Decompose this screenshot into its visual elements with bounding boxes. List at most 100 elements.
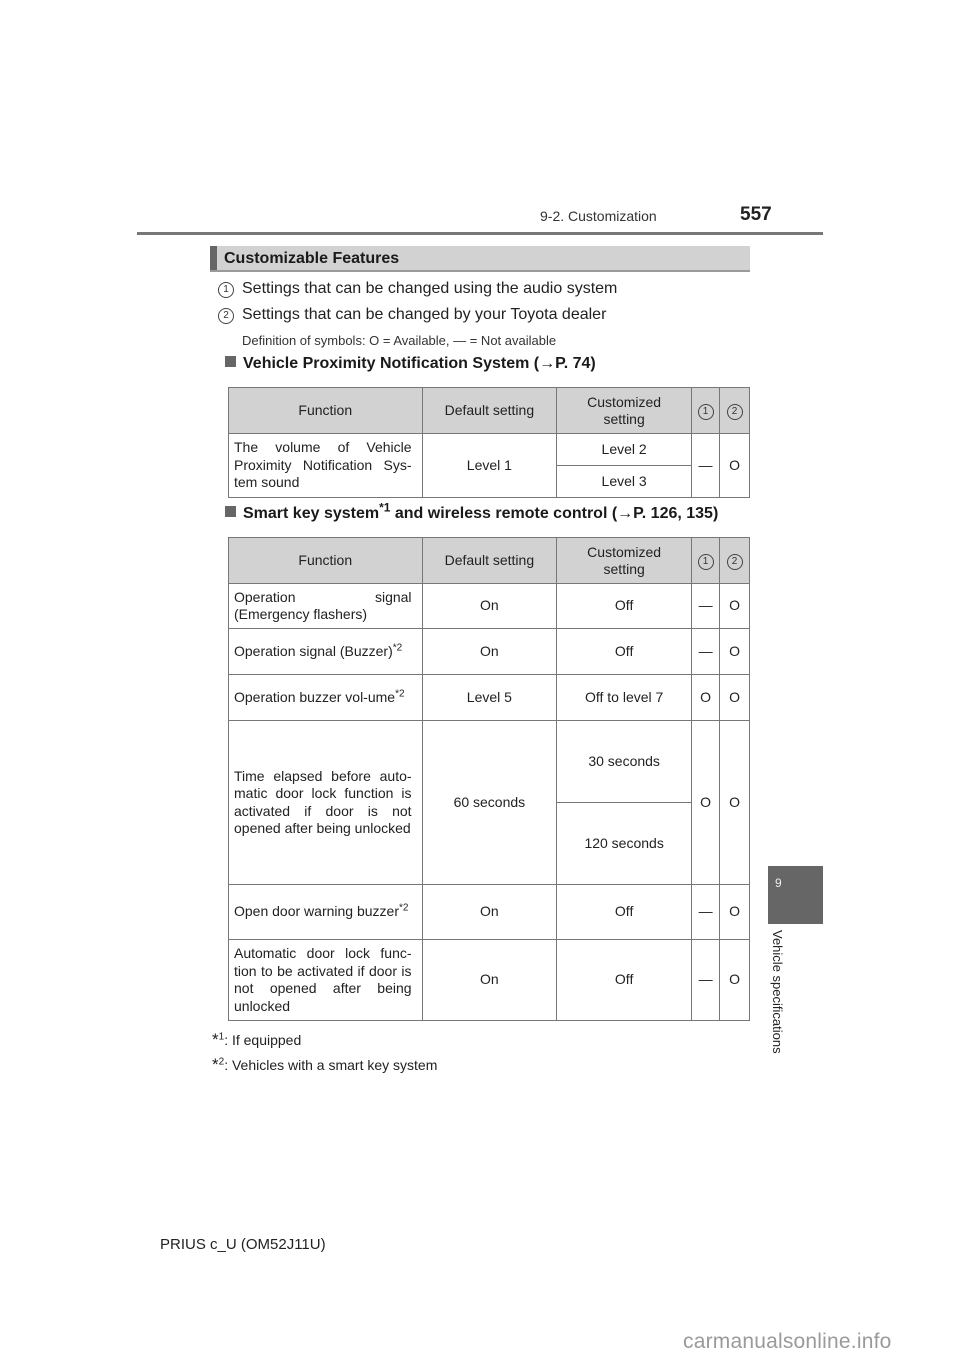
function-text: Operation signal (Buzzer) xyxy=(234,642,393,659)
section-title-text: Vehicle Proximity Notification System (→… xyxy=(243,355,596,372)
banner-title: Customizable Features xyxy=(224,250,400,267)
circled-number-icon: 2 xyxy=(218,308,234,324)
section-title-text: Smart key system xyxy=(243,505,380,522)
circled-number-icon: 2 xyxy=(726,404,743,420)
footnote-mark: * xyxy=(212,1030,219,1049)
header-col2: 2 xyxy=(719,537,750,584)
footnote-ref: *2 xyxy=(399,902,409,914)
square-bullet-icon xyxy=(225,506,236,517)
custom-cell: Off xyxy=(556,628,693,675)
footnote-mark: * xyxy=(212,1055,219,1074)
section-title-text: and wireless remote control (→P. 126, 13… xyxy=(390,505,719,522)
function-cell: Operation buzzer vol-ume*2 xyxy=(228,674,423,721)
custom-cell: 120 seconds xyxy=(556,802,693,885)
section-header: 9-2. Customization xyxy=(540,208,657,224)
circled-number-icon: 1 xyxy=(697,554,714,570)
table-row: Open door warning buzzer*2 On Off — O xyxy=(228,884,750,940)
header-function: Function xyxy=(228,387,423,434)
table-row: Operation signal (Emergency flashers) On… xyxy=(228,583,750,629)
banner-accent xyxy=(210,246,217,270)
header-col2: 2 xyxy=(719,387,750,434)
header-function: Function xyxy=(228,537,423,584)
header-custom: Customized setting xyxy=(556,537,693,584)
col1-cell: O xyxy=(691,720,721,885)
table-row: Operation buzzer vol-ume*2 Level 5 Off t… xyxy=(228,674,750,721)
col1-cell: — xyxy=(691,433,721,498)
watermark: carmanualsonline.info xyxy=(683,1330,892,1353)
chapter-label: Vehicle specifications xyxy=(768,930,792,1070)
header-custom: Customized setting xyxy=(556,387,693,434)
vpns-table: Function Default setting Customized sett… xyxy=(228,387,750,498)
header-col1: 1 xyxy=(691,537,721,584)
default-cell: Level 1 xyxy=(421,433,558,498)
symbol-definition: Definition of symbols: O = Available, — … xyxy=(242,333,557,348)
legend-text: Settings that can be changed by your Toy… xyxy=(242,306,607,323)
function-cell: Open door warning buzzer*2 xyxy=(228,884,423,940)
col1-cell: — xyxy=(691,884,721,940)
col2-cell: O xyxy=(719,720,750,885)
circled-number-icon: 1 xyxy=(697,404,714,420)
col2-cell: O xyxy=(719,674,750,721)
header-col1: 1 xyxy=(691,387,721,434)
function-cell: Automatic door lock func-tion to be acti… xyxy=(228,939,423,1021)
col2-cell: O xyxy=(719,433,750,498)
custom-cell: Off to level 7 xyxy=(556,674,693,721)
table-row: Time elapsed before auto-matic door lock… xyxy=(228,720,750,885)
chapter-number: 9 xyxy=(775,876,782,890)
section-title: Smart key system*1 and wireless remote c… xyxy=(225,502,719,523)
default-cell: On xyxy=(421,884,558,940)
chapter-tab[interactable]: 9 xyxy=(768,866,823,924)
default-cell: On xyxy=(421,583,558,629)
custom-cell: Level 2 xyxy=(556,433,693,466)
table-row: Automatic door lock func-tion to be acti… xyxy=(228,939,750,1021)
header-rule xyxy=(137,232,823,235)
circled-number-icon: 1 xyxy=(218,282,234,298)
chapter-label-text: Vehicle specifications xyxy=(770,930,785,1054)
section-title: Vehicle Proximity Notification System (→… xyxy=(225,355,596,373)
custom-cell: Off xyxy=(556,583,693,629)
footnote-text: : If equipped xyxy=(224,1032,302,1048)
footnote-text: : Vehicles with a smart key system xyxy=(224,1057,438,1073)
table-header-row: Function Default setting Customized sett… xyxy=(228,387,750,434)
col1-cell: — xyxy=(691,583,721,629)
legend-item: 2 Settings that can be changed by your To… xyxy=(218,306,606,324)
header-default: Default setting xyxy=(421,537,558,584)
default-cell: On xyxy=(421,628,558,675)
legend-text: Settings that can be changed using the a… xyxy=(242,280,618,297)
custom-cell: Off xyxy=(556,884,693,940)
col2-cell: O xyxy=(719,939,750,1021)
model-code: PRIUS c_U (OM52J11U) xyxy=(160,1236,326,1253)
col2-cell: O xyxy=(719,628,750,675)
header-default: Default setting xyxy=(421,387,558,434)
col1-cell: O xyxy=(691,674,721,721)
col1-cell: — xyxy=(691,939,721,1021)
footnote-ref: *2 xyxy=(395,688,405,700)
page-number: 557 xyxy=(740,204,772,225)
function-cell: Operation signal (Buzzer)*2 xyxy=(228,628,423,675)
default-cell: 60 seconds xyxy=(421,720,558,885)
section-banner: Customizable Features xyxy=(210,246,750,272)
function-cell: Operation signal (Emergency flashers) xyxy=(228,583,423,629)
function-text: Operation buzzer vol-ume xyxy=(234,688,396,705)
default-cell: On xyxy=(421,939,558,1021)
function-text: Operation signal (Emergency flashers) xyxy=(234,588,412,623)
footnote: *2: Vehicles with a smart key system xyxy=(212,1055,437,1075)
table-header-row: Function Default setting Customized sett… xyxy=(228,537,750,584)
square-bullet-icon xyxy=(225,356,236,367)
custom-cell: 30 seconds xyxy=(556,720,693,803)
legend-item: 1 Settings that can be changed using the … xyxy=(218,280,617,298)
footnote-ref: *2 xyxy=(392,642,403,654)
col2-cell: O xyxy=(719,884,750,940)
default-cell: Level 5 xyxy=(421,674,558,721)
table-row: Operation signal (Buzzer)*2 On Off — O xyxy=(228,628,750,675)
smart-key-table: Function Default setting Customized sett… xyxy=(228,537,750,1021)
footnote: *1: If equipped xyxy=(212,1030,301,1050)
custom-cell: Level 3 xyxy=(556,465,693,498)
function-cell: The volume of Vehicle Proximity Notifica… xyxy=(228,433,423,498)
col2-cell: O xyxy=(719,583,750,629)
table-row: The volume of Vehicle Proximity Notifica… xyxy=(228,433,750,498)
footnote-ref: *1 xyxy=(379,500,391,515)
custom-cell: Off xyxy=(556,939,693,1021)
function-text: Open door warning buzzer xyxy=(234,903,399,920)
function-cell: Time elapsed before auto-matic door lock… xyxy=(228,720,423,885)
